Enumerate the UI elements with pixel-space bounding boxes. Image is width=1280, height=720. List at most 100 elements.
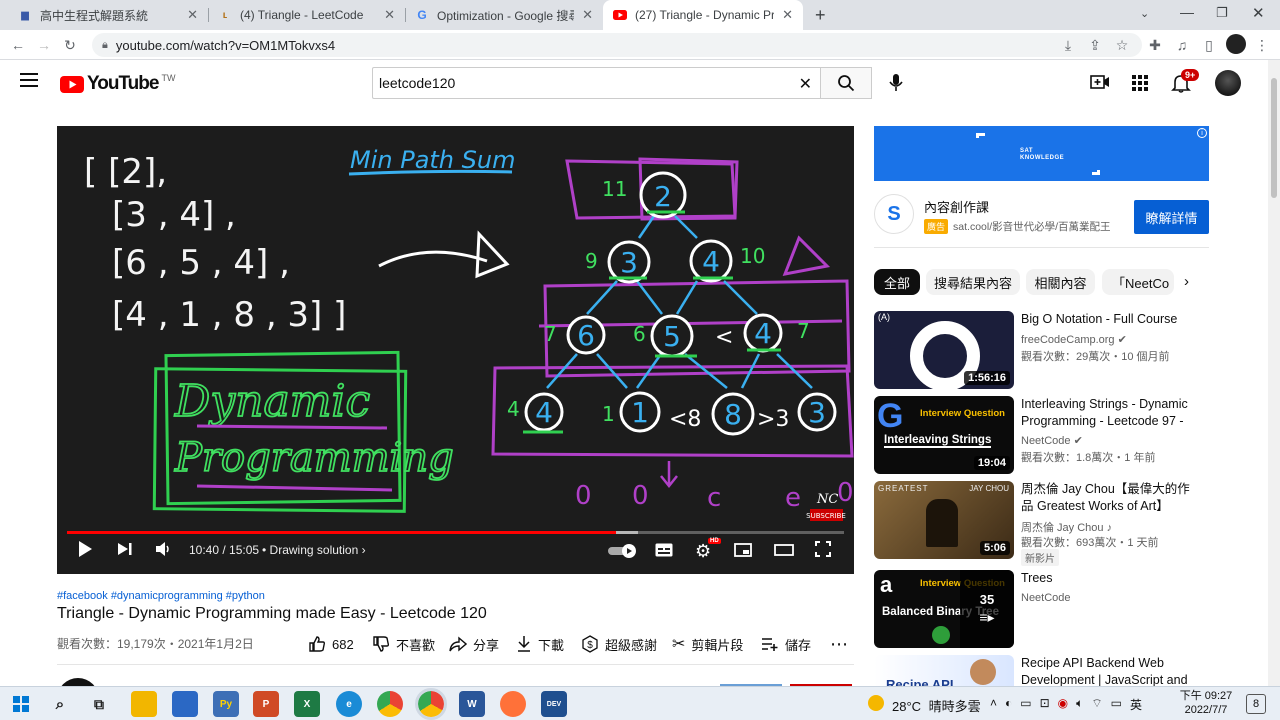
back-arrow-icon[interactable]: ← — [8, 35, 28, 55]
create-video-button[interactable] — [1090, 74, 1110, 95]
rec-video[interactable]: G Interview Question Interleaving String… — [874, 396, 1214, 476]
play-button[interactable] — [77, 540, 93, 558]
weather-widget[interactable]: 28°C 晴時多雲 — [892, 696, 981, 715]
tray-app-icon[interactable]: ◐ — [1005, 696, 1012, 713]
share-button[interactable]: 分享 — [449, 634, 499, 654]
bookmark-star-icon[interactable]: ☆ — [1112, 35, 1132, 55]
task-view-icon[interactable]: ⧉ — [86, 691, 112, 717]
account-avatar[interactable] — [1215, 70, 1241, 96]
minimize-icon[interactable]: — — [1180, 4, 1194, 20]
chapter-button[interactable]: • Drawing solution › — [262, 543, 366, 557]
tab-leetcode[interactable]: ʟ (4) Triangle - LeetCode ✕ — [208, 0, 405, 30]
notification-center-button[interactable]: 8 — [1246, 694, 1266, 714]
super-thanks-button[interactable]: $ 超級感謝 — [581, 634, 657, 654]
close-tab-icon[interactable]: ✕ — [384, 7, 395, 23]
tray-app-icon[interactable]: ⊡ — [1040, 696, 1050, 713]
share-page-icon[interactable]: ⇪ — [1085, 35, 1105, 55]
search-button[interactable] — [820, 67, 872, 99]
notifications-button[interactable]: 9+ — [1171, 69, 1200, 98]
rec-thumbnail[interactable]: GREATEST JAY CHOU 5:06 — [874, 481, 1014, 559]
more-actions-button[interactable]: ⋯ — [830, 634, 848, 654]
tab-search-icon[interactable]: ⌄ — [1140, 7, 1149, 20]
volume-button[interactable] — [155, 542, 171, 556]
download-button[interactable]: 下載 — [516, 634, 564, 654]
tray-chevron-icon[interactable]: ˄ — [990, 696, 997, 713]
edge-browser-icon[interactable]: e — [336, 691, 362, 717]
profile-avatar[interactable] — [1226, 34, 1246, 54]
tab-zerojudge[interactable]: ▆ 高中生程式解題系統 ✕ — [8, 0, 208, 30]
close-tab-icon[interactable]: ✕ — [187, 7, 198, 23]
video-player[interactable]: [ [2], [3 , 4] , [6 , 5 , 4] , [4 , 1 , … — [57, 126, 854, 574]
tray-app-icon[interactable]: ▭ — [1020, 696, 1031, 713]
page-scrollbar[interactable] — [1268, 60, 1280, 686]
search-input[interactable]: leetcode120 ✕ — [372, 67, 820, 99]
voice-search-button[interactable] — [886, 72, 906, 99]
tab-google[interactable]: G Optimization - Google 搜尋 ✕ — [405, 0, 603, 30]
chrome-icon[interactable] — [377, 691, 403, 717]
window-close-icon[interactable]: ✕ — [1252, 4, 1265, 22]
chrome-active-icon[interactable] — [415, 688, 447, 720]
dislike-button[interactable]: 不喜歡 — [372, 634, 435, 654]
rec-video[interactable]: Recipe API Recipe API Backend Web Develo… — [874, 655, 1214, 686]
reload-icon[interactable]: ↻ — [60, 35, 80, 55]
rec-thumbnail[interactable]: G Interview Question Interleaving String… — [874, 396, 1014, 474]
miniplayer-button[interactable] — [734, 543, 752, 557]
file-explorer-icon[interactable] — [131, 691, 157, 717]
like-button[interactable]: 682 — [308, 634, 354, 654]
apps-grid-button[interactable] — [1132, 75, 1148, 96]
rec-playlist[interactable]: a Interview Question Balanced Binary Tre… — [874, 570, 1214, 650]
word-icon[interactable]: W — [459, 691, 485, 717]
hashtags[interactable]: #facebook #dynamicprogramming #python — [57, 590, 265, 602]
clip-button[interactable]: ✂ 剪輯片段 — [672, 634, 743, 654]
rec-thumbnail[interactable]: (A) 1:56:16 — [874, 311, 1014, 389]
maximize-icon[interactable]: ❐ — [1216, 5, 1228, 21]
media-control-icon[interactable]: ♫ — [1172, 35, 1192, 55]
wifi-icon[interactable]: ⌔ — [1091, 696, 1102, 713]
address-bar[interactable]: 🔒︎ youtube.com/watch?v=OM1MTokvxs4 — [92, 33, 1142, 57]
youtube-logo[interactable]: YouTube TW — [60, 73, 175, 95]
chip-related[interactable]: 相關內容 — [1026, 269, 1095, 295]
side-panel-icon[interactable]: ▯ — [1199, 35, 1219, 55]
powerpoint-icon[interactable]: P — [253, 691, 279, 717]
dev-cpp-icon[interactable]: DEV — [541, 691, 567, 717]
volume-icon[interactable]: 🔈︎ — [1076, 696, 1083, 713]
theater-mode-button[interactable] — [774, 544, 794, 556]
battery-icon[interactable]: ▭ — [1111, 696, 1122, 713]
chips-next-icon[interactable]: › — [1184, 273, 1189, 290]
browser-menu-icon[interactable]: ⋮ — [1252, 35, 1272, 55]
settings-button[interactable]: ⚙ HD — [695, 538, 721, 562]
chip-search-results[interactable]: 搜尋結果內容 — [926, 269, 1020, 295]
clock[interactable]: 下午 09:27 2022/7/7 — [1176, 689, 1236, 717]
close-tab-icon[interactable]: ✕ — [582, 7, 593, 23]
hamburger-menu-icon[interactable] — [20, 73, 38, 87]
windows-start-icon[interactable] — [8, 691, 34, 717]
rec-thumbnail[interactable]: a Interview Question Balanced Binary Tre… — [874, 570, 1014, 648]
rec-video[interactable]: (A) 1:56:16 Big O Notation - Full Course… — [874, 311, 1214, 391]
microsoft-store-icon[interactable] — [172, 691, 198, 717]
weather-icon[interactable] — [868, 695, 884, 711]
save-button[interactable]: 儲存 — [761, 634, 811, 654]
scrollbar-thumb[interactable] — [1271, 78, 1277, 198]
autoplay-toggle[interactable] — [608, 544, 638, 558]
install-icon[interactable]: ⤓ — [1058, 35, 1078, 55]
ad-cta-button[interactable]: 瞭解詳情 — [1134, 200, 1209, 234]
search-icon[interactable]: ⌕ — [47, 691, 73, 717]
clear-search-icon[interactable]: ✕ — [799, 74, 812, 94]
python-idle-icon[interactable]: Py — [213, 691, 239, 717]
new-tab-button[interactable]: + — [815, 5, 826, 26]
rec-video[interactable]: GREATEST JAY CHOU 5:06 周杰倫 Jay Chou【最偉大的… — [874, 481, 1214, 566]
rec-thumbnail[interactable]: Recipe API — [874, 655, 1014, 686]
ad-banner[interactable]: SAT KNOWLEDGE i — [874, 126, 1209, 181]
tray-app-icon[interactable]: ◉ — [1058, 696, 1068, 713]
fullscreen-button[interactable] — [815, 541, 831, 557]
chip-neetcode[interactable]: 「NeetCo — [1102, 269, 1174, 295]
firefox-icon[interactable] — [500, 691, 526, 717]
forward-arrow-icon[interactable]: → — [34, 35, 54, 55]
tab-youtube[interactable]: (27) Triangle - Dynamic Progra ✕ — [603, 0, 803, 30]
ad-info-icon[interactable]: i — [1197, 128, 1207, 138]
input-method-icon[interactable]: 英 — [1130, 696, 1142, 713]
extensions-icon[interactable]: ✚ — [1145, 35, 1165, 55]
excel-icon[interactable]: X — [294, 691, 320, 717]
next-button[interactable] — [117, 542, 133, 556]
chip-all[interactable]: 全部 — [874, 269, 920, 295]
